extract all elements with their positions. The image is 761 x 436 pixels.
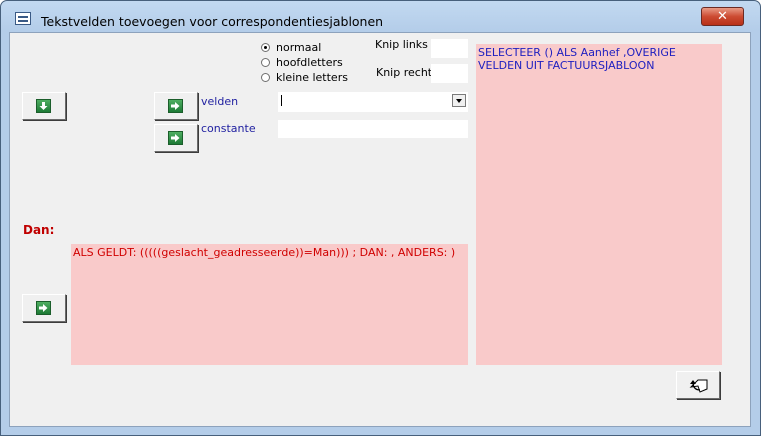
form-body: normaal hoofdletters kleine letters Knip… bbox=[9, 32, 751, 427]
arrow-right-icon bbox=[168, 131, 183, 145]
knip-links-label: Knip links bbox=[375, 38, 428, 51]
add-constante-button[interactable] bbox=[154, 124, 198, 152]
knip-rechts-label: Knip rechts bbox=[376, 66, 438, 79]
window-title: Tekstvelden toevoegen voor correspondent… bbox=[41, 14, 384, 29]
radio-hoofdletters-label: hoofdletters bbox=[276, 56, 343, 69]
velden-dropdown[interactable] bbox=[278, 92, 468, 112]
condition-textarea[interactable]: ALS GELDT: (((((geslacht_geadresseerde))… bbox=[71, 244, 468, 365]
radio-kleine-letters[interactable] bbox=[261, 73, 270, 82]
knip-rechts-input[interactable] bbox=[431, 64, 468, 83]
arrow-right-icon bbox=[168, 99, 183, 113]
radio-normaal[interactable] bbox=[261, 43, 270, 52]
undo-icon bbox=[689, 379, 708, 393]
undo-button[interactable] bbox=[676, 371, 720, 399]
add-veld-button[interactable] bbox=[154, 92, 198, 120]
text-caret bbox=[281, 95, 282, 106]
form-window-icon bbox=[15, 12, 31, 25]
radio-normaal-label: normaal bbox=[276, 41, 322, 54]
arrow-down-icon bbox=[36, 99, 51, 113]
chevron-down-icon[interactable] bbox=[452, 94, 466, 107]
dan-label: Dan: bbox=[23, 223, 55, 237]
constante-input[interactable] bbox=[278, 120, 468, 138]
knip-links-input[interactable] bbox=[431, 39, 468, 58]
move-down-button[interactable] bbox=[22, 92, 66, 120]
close-button[interactable]: ✕ bbox=[701, 7, 744, 26]
dialog-window: Tekstvelden toevoegen voor correspondent… bbox=[0, 0, 761, 436]
constante-label: constante bbox=[201, 122, 256, 135]
radio-kleine-letters-label: kleine letters bbox=[276, 71, 348, 84]
velden-label: velden bbox=[201, 95, 239, 108]
arrow-right-icon bbox=[36, 301, 51, 315]
radio-hoofdletters[interactable] bbox=[261, 58, 270, 67]
query-textarea[interactable]: SELECTEER () ALS Aanhef ,OVERIGE VELDEN … bbox=[476, 44, 722, 365]
insert-condition-button[interactable] bbox=[22, 294, 66, 322]
